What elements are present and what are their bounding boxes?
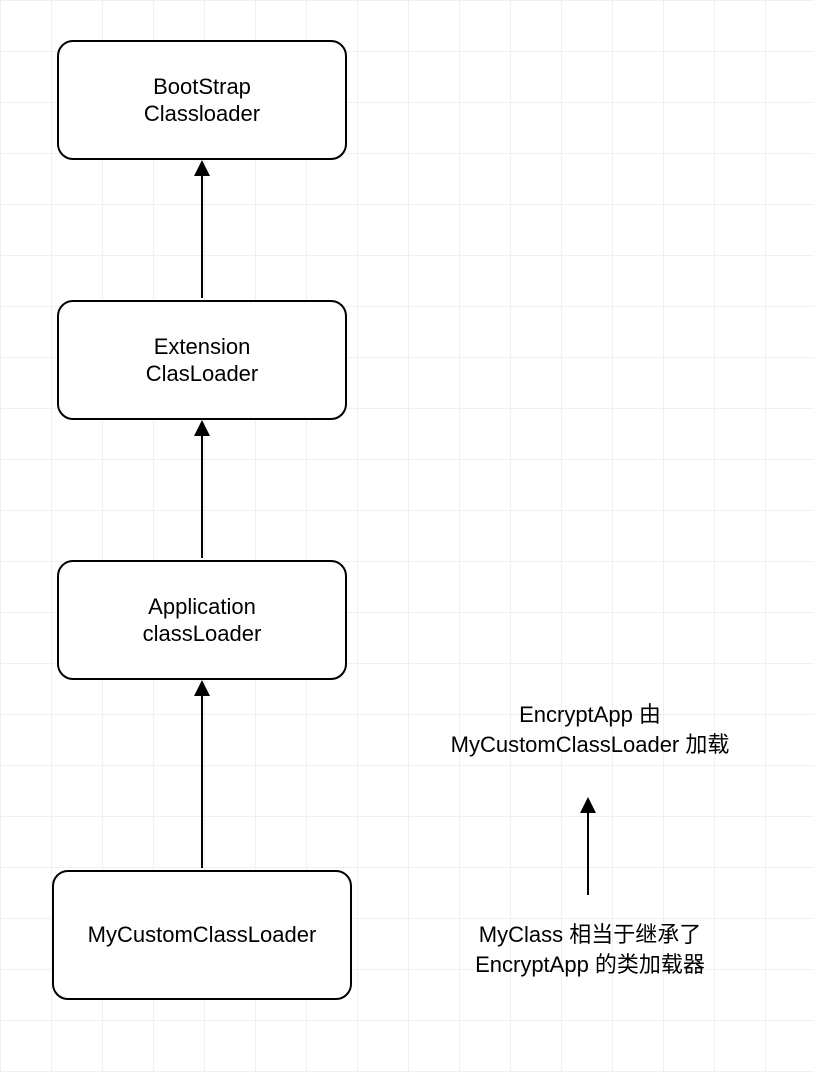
arrow-layer xyxy=(0,0,814,1072)
